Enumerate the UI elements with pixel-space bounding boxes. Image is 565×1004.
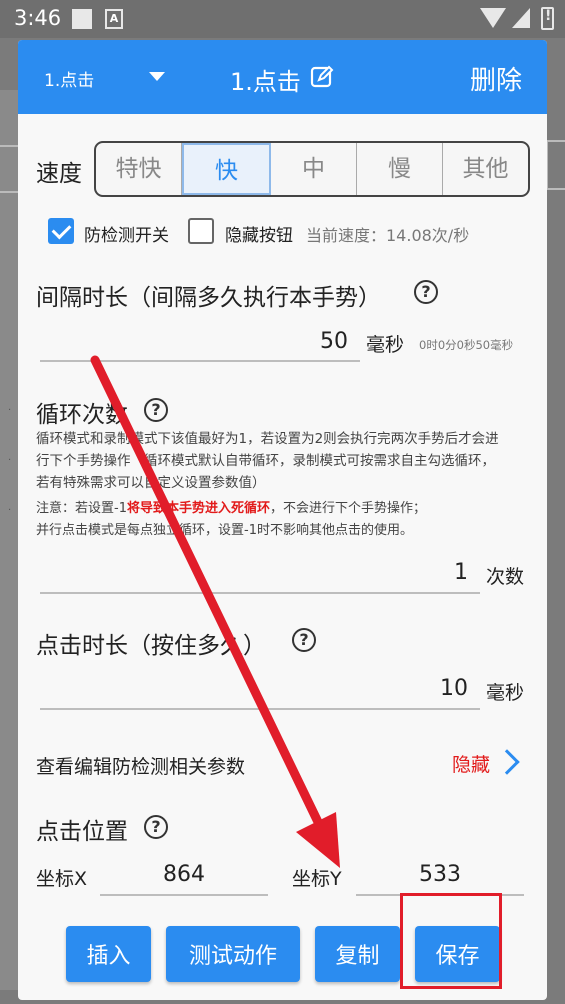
interval-underline bbox=[40, 360, 360, 362]
duration-help-icon[interactable]: ? bbox=[292, 628, 316, 652]
status-time: 3:46 bbox=[14, 6, 62, 30]
hide-button-checkbox[interactable] bbox=[188, 218, 214, 244]
coord-x-input[interactable]: 864 bbox=[100, 862, 268, 887]
interval-unit: 毫秒 bbox=[366, 334, 405, 356]
current-speed-text: 当前速度：14.08次/秒 bbox=[306, 226, 470, 245]
background-app-edge: · · · bbox=[0, 90, 20, 990]
anti-detect-params-toggle[interactable]: 隐藏 bbox=[452, 750, 490, 777]
loop-unit: 次数 bbox=[486, 566, 525, 588]
delete-button[interactable]: 删除 bbox=[470, 60, 522, 97]
dropdown-caret-icon[interactable] bbox=[149, 72, 165, 81]
loop-note-warning: 将导致本手势进入死循环 bbox=[126, 501, 270, 516]
loop-underline bbox=[40, 592, 480, 594]
status-bar: 3:46 A bbox=[0, 0, 565, 38]
duration-unit: 毫秒 bbox=[486, 682, 525, 704]
coord-y-input[interactable]: 533 bbox=[356, 862, 524, 887]
speed-label: 速度 bbox=[36, 161, 82, 187]
hide-button-label[interactable]: 隐藏按钮 bbox=[225, 221, 293, 246]
interval-input[interactable]: 50 bbox=[268, 329, 348, 354]
loop-note-line: 并行点击模式是每点独立循环，设置-1时不影响其他点击的使用。 bbox=[36, 523, 413, 538]
loop-description: 循环模式和录制模式下该值最好为1，若设置为2则会执行完两次手势后才会进 行下个手… bbox=[36, 428, 536, 494]
position-help-icon[interactable]: ? bbox=[144, 815, 168, 839]
interval-title: 间隔时长（间隔多久执行本手势） bbox=[36, 285, 381, 311]
anti-detect-label[interactable]: 防检测开关 bbox=[84, 221, 169, 246]
notification-square-icon bbox=[72, 9, 92, 29]
gesture-edit-dialog: 1.点击 1.点击 删除 速度 特快 快 中 慢 其他 防检测开关 隐藏按钮 当… bbox=[18, 40, 547, 1000]
insert-button[interactable]: 插入 bbox=[66, 926, 151, 982]
interval-detail: 0时0分0秒50毫秒 bbox=[419, 338, 514, 352]
edit-icon[interactable] bbox=[310, 65, 334, 89]
interval-help-icon[interactable]: ? bbox=[414, 280, 438, 304]
loop-title: 循环次数 bbox=[36, 402, 128, 428]
duration-input[interactable]: 10 bbox=[398, 676, 468, 701]
coord-y-underline bbox=[356, 894, 524, 896]
loop-desc-line: 行下个手势操作（循环模式默认自带循环，录制模式可按需求自主勾选循环， bbox=[36, 453, 495, 469]
coord-x-underline bbox=[100, 894, 268, 896]
chevron-right-icon[interactable] bbox=[494, 749, 520, 775]
save-button[interactable]: 保存 bbox=[415, 926, 500, 982]
copy-button[interactable]: 复制 bbox=[315, 926, 400, 982]
battery-alert-icon bbox=[541, 7, 554, 30]
background-tab-right bbox=[546, 140, 565, 190]
accessibility-a-icon: A bbox=[105, 9, 123, 29]
loop-note-prefix: 注意：若设置-1 bbox=[36, 501, 127, 516]
loop-desc-line: 循环模式和录制模式下该值最好为1，若设置为2则会执行完两次手势后才会进 bbox=[36, 431, 499, 447]
speed-option-fast[interactable]: 快 bbox=[182, 143, 271, 195]
duration-title: 点击时长（按住多久） bbox=[36, 633, 266, 659]
coord-y-label: 坐标Y bbox=[292, 868, 342, 890]
gesture-spinner[interactable]: 1.点击 bbox=[44, 66, 94, 91]
anti-detect-checkbox[interactable] bbox=[48, 218, 74, 244]
background-mark: · bbox=[8, 505, 12, 516]
speed-option-slow[interactable]: 慢 bbox=[357, 143, 443, 195]
test-action-button[interactable]: 测试动作 bbox=[166, 926, 300, 982]
speed-option-medium[interactable]: 中 bbox=[271, 143, 357, 195]
loop-help-icon[interactable]: ? bbox=[144, 398, 168, 422]
loop-note-suffix: ，不会进行下个手势操作； bbox=[269, 501, 426, 516]
background-mark: · bbox=[8, 455, 12, 466]
loop-note: 注意：若设置-1将导致本手势进入死循环，不会进行下个手势操作； 并行点击模式是每… bbox=[36, 498, 536, 542]
loop-count-input[interactable]: 1 bbox=[398, 560, 468, 585]
speed-option-super-fast[interactable]: 特快 bbox=[96, 143, 182, 195]
signal-icon bbox=[512, 8, 530, 28]
coord-x-label: 坐标X bbox=[36, 868, 88, 890]
dialog-title: 1.点击 bbox=[230, 68, 301, 96]
position-title: 点击位置 bbox=[36, 819, 128, 845]
loop-desc-line: 若有特殊需求可以自定义设置参数值） bbox=[36, 475, 266, 491]
background-tab bbox=[0, 145, 20, 193]
speed-option-other[interactable]: 其他 bbox=[443, 143, 528, 195]
dialog-header: 1.点击 1.点击 删除 bbox=[18, 40, 547, 114]
anti-detect-params-label: 查看编辑防检测相关参数 bbox=[36, 756, 246, 778]
duration-underline bbox=[40, 708, 480, 710]
wifi-icon bbox=[480, 8, 506, 28]
speed-selector: 特快 快 中 慢 其他 bbox=[94, 141, 530, 197]
background-mark: · bbox=[8, 405, 12, 416]
